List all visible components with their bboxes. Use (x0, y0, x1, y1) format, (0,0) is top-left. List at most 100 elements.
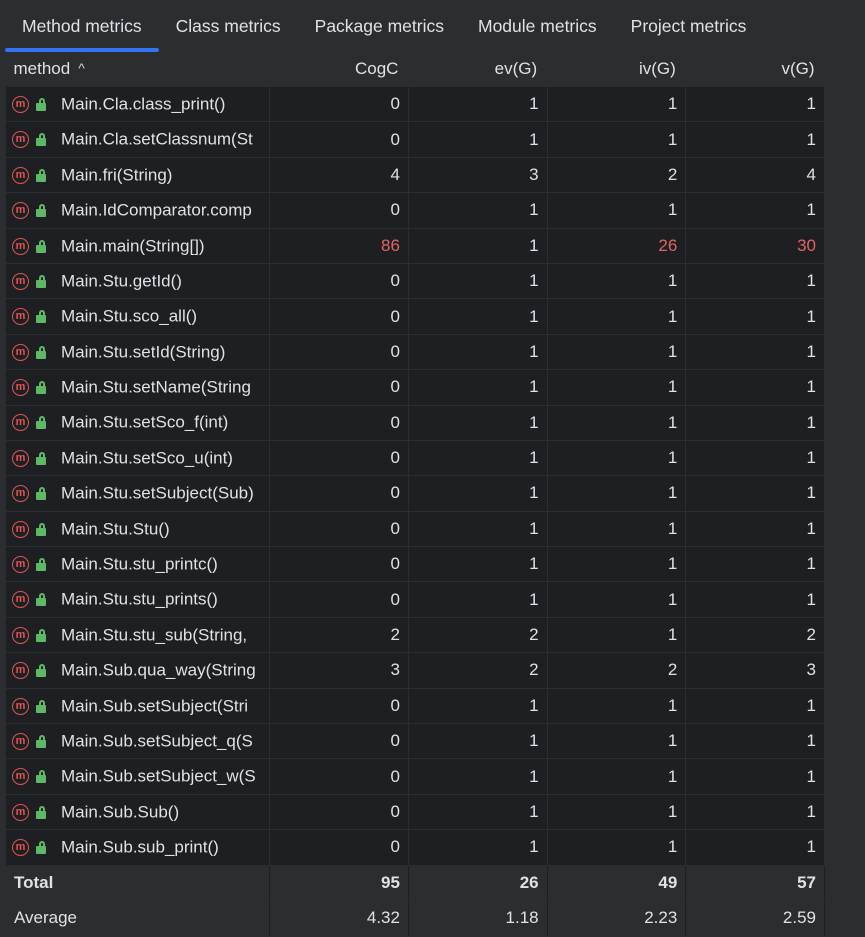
evg-cell: 1 (407, 369, 548, 406)
method-cell[interactable]: m Main.Stu.setId(String) (4, 333, 271, 371)
average-ivg: 2.23 (546, 900, 687, 937)
average-cogc: 4.32 (269, 900, 409, 937)
ivg-cell: 1 (546, 723, 687, 760)
ivg-cell: 1 (546, 192, 687, 229)
method-icon: m (12, 166, 29, 184)
method-icon: m (12, 803, 29, 821)
tab-module-metrics[interactable]: Module metrics (461, 0, 614, 52)
method-cell[interactable]: m Main.Stu.setSco_f(int) (4, 404, 271, 441)
table-row[interactable]: m Main.Stu.Stu() 0 1 1 1 (4, 510, 825, 548)
table-row[interactable]: m Main.IdComparator.comp 0 1 1 1 (4, 192, 825, 229)
vg-cell: 3 (685, 652, 825, 689)
cogc-cell: 0 (269, 510, 409, 548)
method-cell[interactable]: m Main.Stu.getId() (4, 262, 271, 300)
table-row[interactable]: m Main.Stu.getId() 0 1 1 1 (4, 262, 825, 300)
table-row[interactable]: m Main.Stu.stu_prints() 0 1 1 1 (4, 581, 825, 618)
method-name: Main.Stu.setSco_f(int) (61, 412, 229, 432)
table-row[interactable]: m Main.Stu.setSco_f(int) 0 1 1 1 (4, 404, 825, 441)
ivg-cell: 1 (546, 121, 687, 158)
table-row[interactable]: m Main.fri(String) 4 3 2 4 (4, 156, 825, 194)
public-access-lock-icon (35, 593, 47, 607)
evg-cell: 1 (407, 85, 548, 123)
table-row[interactable]: m Main.Sub.setSubject(Stri 0 1 1 1 (4, 687, 825, 725)
method-cell[interactable]: m Main.Stu.sco_all() (4, 298, 271, 335)
method-cell[interactable]: m Main.Stu.setSubject(Sub) (4, 475, 271, 512)
evg-cell: 1 (407, 439, 548, 477)
public-access-lock-icon (35, 522, 47, 536)
total-cogc: 95 (269, 864, 409, 902)
method-cell[interactable]: m Main.Stu.stu_sub(String, (4, 616, 271, 654)
method-name: Main.main(String[]) (61, 236, 205, 256)
method-cell[interactable]: m Main.Stu.Stu() (4, 510, 271, 548)
cogc-cell: 2 (269, 616, 409, 654)
method-cell[interactable]: m Main.Cla.class_print() (4, 85, 271, 123)
table-row[interactable]: m Main.Sub.setSubject_q(S 0 1 1 1 (4, 723, 825, 760)
method-name: Main.fri(String) (61, 165, 173, 185)
method-cell[interactable]: m Main.fri(String) (4, 156, 271, 194)
ivg-cell: 1 (546, 404, 687, 441)
table-row[interactable]: m Main.main(String[]) 86 1 26 30 (4, 227, 825, 264)
method-cell[interactable]: m Main.Stu.stu_printc() (4, 546, 271, 583)
method-cell[interactable]: m Main.Stu.setName(String (4, 369, 271, 406)
tab-project-metrics[interactable]: Project metrics (614, 0, 764, 52)
method-icon: m (12, 379, 29, 397)
total-label: Total (4, 864, 271, 902)
public-access-lock-icon (35, 451, 47, 465)
method-cell[interactable]: m Main.Sub.setSubject_w(S (4, 758, 271, 795)
method-icon: m (12, 768, 29, 786)
sort-ascending-icon[interactable]: ^ (78, 60, 85, 76)
method-name: Main.Sub.qua_way(String (61, 660, 256, 680)
table-row[interactable]: m Main.Sub.qua_way(String 3 2 2 3 (4, 652, 825, 689)
metrics-table-container: method ^ CogC ev(G) iv(G) v(G) m Main.Cla.… (0, 52, 865, 937)
method-cell[interactable]: m Main.main(String[]) (4, 227, 271, 264)
tab-package-metrics[interactable]: Package metrics (298, 0, 461, 52)
tab-method-metrics[interactable]: Method metrics (5, 0, 159, 52)
table-row[interactable]: m Main.Stu.stu_printc() 0 1 1 1 (4, 546, 825, 583)
table-row[interactable]: m Main.Sub.sub_print() 0 1 1 1 (4, 829, 825, 866)
column-header-method[interactable]: method ^ (6, 52, 270, 87)
column-header-vg[interactable]: v(G) (686, 52, 825, 87)
table-row[interactable]: m Main.Stu.setName(String 0 1 1 1 (4, 369, 825, 406)
table-row[interactable]: m Main.Sub.Sub() 0 1 1 1 (4, 793, 825, 831)
method-icon: m (12, 520, 29, 538)
method-name: Main.Sub.setSubject(Stri (61, 696, 249, 716)
method-cell[interactable]: m Main.Sub.setSubject(Stri (4, 687, 271, 725)
cogc-cell: 0 (269, 758, 409, 795)
method-cell[interactable]: m Main.Stu.setSco_u(int) (4, 439, 271, 477)
table-row[interactable]: m Main.Stu.sco_all() 0 1 1 1 (4, 298, 825, 335)
column-header-ivg[interactable]: iv(G) (547, 52, 686, 87)
table-row[interactable]: m Main.Cla.class_print() 0 1 1 1 (4, 85, 825, 123)
table-row[interactable]: m Main.Stu.setId(String) 0 1 1 1 (4, 333, 825, 371)
column-header-cogc[interactable]: CogC (270, 52, 409, 87)
table-row[interactable]: m Main.Stu.setSco_u(int) 0 1 1 1 (4, 439, 825, 477)
method-icon: m (12, 485, 29, 503)
tab-class-metrics[interactable]: Class metrics (159, 0, 298, 52)
method-cell[interactable]: m Main.Stu.stu_prints() (4, 581, 271, 618)
public-access-lock-icon (35, 204, 47, 218)
method-cell[interactable]: m Main.Sub.Sub() (4, 793, 271, 831)
public-access-lock-icon (35, 805, 47, 819)
method-cell[interactable]: m Main.Sub.sub_print() (4, 829, 271, 866)
total-row: Total 95 26 49 57 (4, 864, 825, 902)
cogc-cell: 0 (269, 333, 409, 371)
vg-cell: 1 (685, 121, 825, 158)
vg-cell: 1 (685, 298, 825, 335)
column-header-evg[interactable]: ev(G) (408, 52, 547, 87)
table-row[interactable]: m Main.Stu.stu_sub(String, 2 2 1 2 (4, 616, 825, 654)
method-cell[interactable]: m Main.IdComparator.comp (4, 192, 271, 229)
vg-cell: 1 (685, 829, 825, 866)
ivg-cell: 26 (546, 227, 687, 264)
evg-cell: 1 (407, 475, 548, 512)
vg-cell: 1 (685, 581, 825, 618)
ivg-cell: 1 (546, 793, 687, 831)
public-access-lock-icon (35, 274, 47, 288)
table-row[interactable]: m Main.Sub.setSubject_w(S 0 1 1 1 (4, 758, 825, 795)
evg-cell: 1 (407, 262, 548, 300)
evg-cell: 1 (407, 298, 548, 335)
table-row[interactable]: m Main.Stu.setSubject(Sub) 0 1 1 1 (4, 475, 825, 512)
method-cell[interactable]: m Main.Sub.setSubject_q(S (4, 723, 271, 760)
method-cell[interactable]: m Main.Cla.setClassnum(St (4, 121, 271, 158)
method-icon: m (12, 697, 29, 715)
method-cell[interactable]: m Main.Sub.qua_way(String (4, 652, 271, 689)
table-row[interactable]: m Main.Cla.setClassnum(St 0 1 1 1 (4, 121, 825, 158)
